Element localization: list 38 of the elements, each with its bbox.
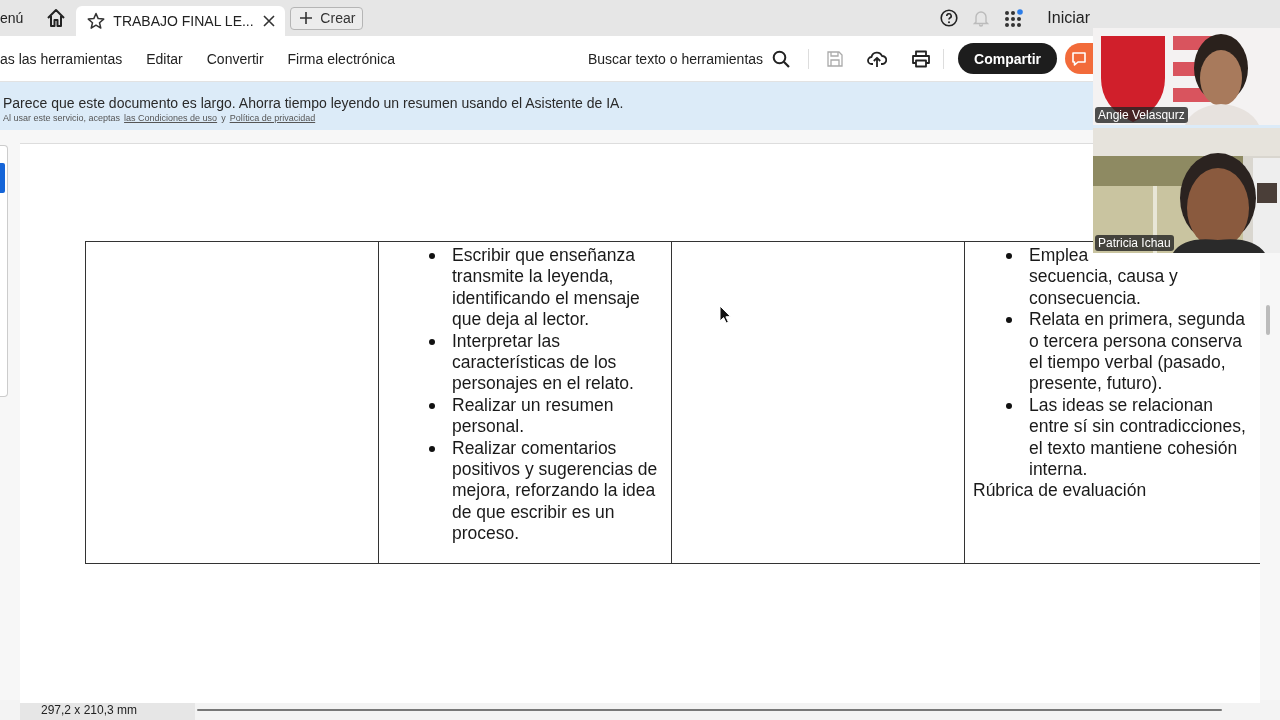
mouse-pointer-icon — [719, 305, 731, 324]
search-icon[interactable] — [772, 49, 791, 68]
search-tools-label[interactable]: Buscar texto o herramientas — [588, 50, 764, 67]
scrollbar-thumb[interactable] — [1266, 305, 1270, 335]
document-tab[interactable]: TRABAJO FINAL LE... — [76, 6, 286, 36]
plus-icon — [300, 12, 313, 24]
cloud-upload-icon[interactable] — [867, 49, 888, 68]
help-icon[interactable] — [940, 9, 959, 27]
toolbar-menu-item[interactable]: Convertir — [206, 50, 264, 67]
bullet-item: Interpretar las características de los personajes en el relato. — [429, 330, 665, 395]
print-icon[interactable] — [911, 49, 932, 68]
terms-link[interactable]: las Condiciones de uso — [124, 113, 218, 123]
share-button[interactable]: Compartir — [958, 43, 1057, 74]
horizontal-scrollbar[interactable] — [197, 709, 1222, 711]
bullet-item: Las ideas se relacionan entre sí sin contradicciones, el texto mantiene cohesión interna. — [1006, 394, 1252, 481]
create-button[interactable]: Crear — [290, 6, 364, 30]
cell-text: Rúbrica de evaluación — [973, 480, 1148, 502]
comment-icon — [1071, 50, 1087, 67]
close-icon[interactable] — [263, 15, 276, 27]
terms-note: y — [221, 113, 226, 123]
bullet-item: Realizar comentarios positivos y sugerencias de mejora, reforzando la idea de que escribir es un proceso. — [429, 437, 665, 545]
toolbar-menu-item[interactable]: Editar — [146, 50, 183, 67]
sign-in-link[interactable]: Iniciar — [1047, 9, 1090, 27]
terms-note: Al usar este servicio, aceptas — [3, 113, 121, 123]
banner-message: Parece que este documento es largo. Ahorra tiempo leyendo un resumen usando el Asistente de IA. — [3, 95, 625, 111]
menu-button[interactable]: enú — [0, 10, 24, 26]
star-icon[interactable] — [87, 12, 106, 30]
apps-icon[interactable] — [1004, 9, 1025, 27]
toolbar-menu-item[interactable]: Firma electrónica — [287, 50, 395, 67]
bullet-item: Realizar un resumen personal. — [429, 394, 665, 438]
comment-button[interactable] — [1065, 43, 1093, 74]
participant-name: Angie Velasqurz — [1095, 107, 1188, 123]
participant-name: Patricia Ichau — [1095, 235, 1174, 251]
privacy-link[interactable]: Política de privacidad — [229, 113, 316, 123]
bullet-item: Escribir que enseñanza transmite la leyenda, identificando el mensaje que deja al lector. — [429, 245, 665, 331]
home-icon[interactable] — [46, 8, 67, 28]
toolbar-menu-item[interactable]: as las herramientas — [0, 50, 123, 67]
bullet-item: Relata en primera, segunda o tercera persona conserva el tiempo verbal (pasado, presente, futuro). — [1006, 309, 1252, 395]
